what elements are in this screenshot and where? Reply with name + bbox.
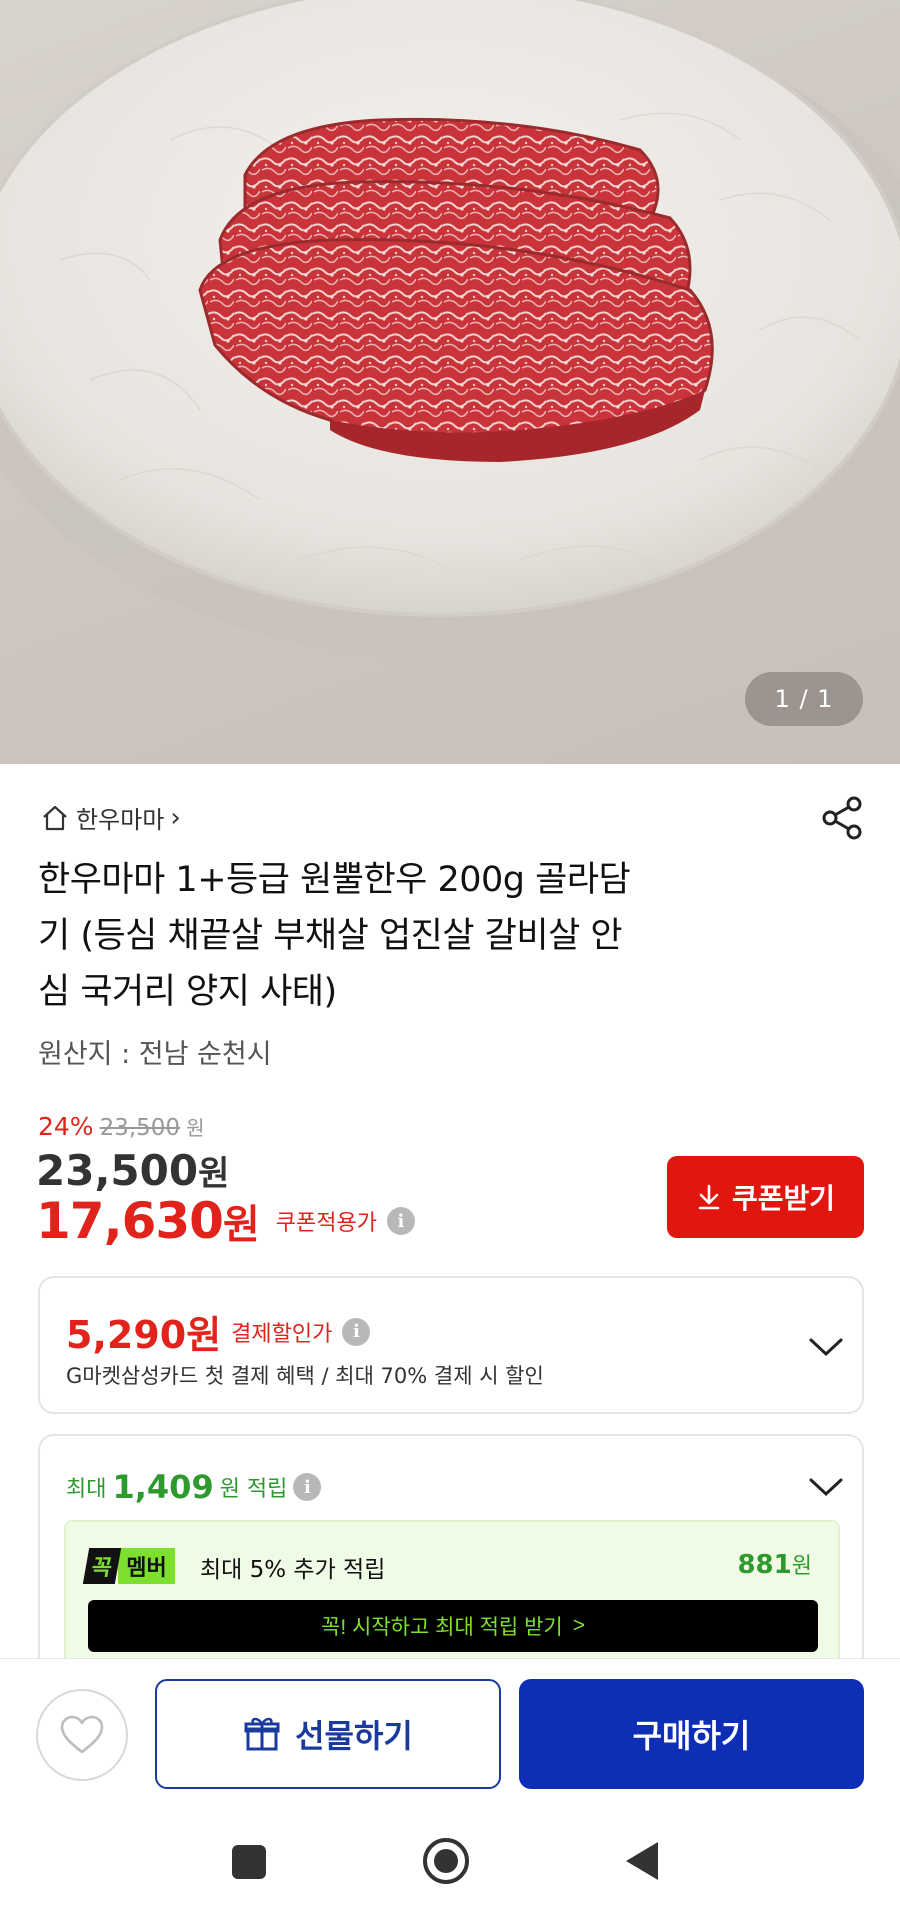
member-benefit-amount: 881원 <box>737 1548 812 1580</box>
member-badge-m: 멤버 <box>118 1548 175 1584</box>
payment-discount-card[interactable]: 5,290원 결제할인가 i G마켓삼성카드 첫 결제 혜택 / 최대 70% … <box>38 1276 864 1414</box>
download-arrow-icon <box>698 1184 720 1210</box>
payment-discount-description: G마켓삼성카드 첫 결제 혜택 / 최대 70% 결제 시 할인 <box>66 1364 544 1388</box>
chevron-down-icon[interactable] <box>808 1336 844 1358</box>
max-reward-prefix: 최대 <box>66 1477 107 1502</box>
product-title-line: 심 국거리 양지 사태) <box>38 972 337 1012</box>
gift-button[interactable]: 선물하기 <box>155 1679 501 1789</box>
info-icon[interactable]: i <box>386 1207 415 1235</box>
member-amount-value: 881 <box>737 1550 792 1580</box>
member-benefit-text: 최대 5% 추가 적립 <box>200 1557 386 1583</box>
seller-name: 한우마마 <box>76 806 165 834</box>
member-start-label: 꼭! 시작하고 최대 적립 받기 <box>321 1616 563 1639</box>
info-icon[interactable]: i <box>342 1317 371 1346</box>
sale-price: 23,500원 <box>36 1146 229 1195</box>
member-badge: 꼭 멤버 <box>82 1548 175 1584</box>
share-icon[interactable] <box>818 794 866 842</box>
original-price: 23,500 <box>99 1115 181 1141</box>
buy-button-label: 구매하기 <box>632 1718 751 1754</box>
chevron-down-icon[interactable] <box>808 1476 844 1498</box>
coupon-price: 17,630원 쿠폰적용가 i <box>36 1192 415 1250</box>
gift-icon <box>244 1717 280 1751</box>
max-reward: 최대 1,409 원 적립 i <box>66 1468 322 1506</box>
payment-discount-price: 5,290원 결제할인가 i <box>66 1304 371 1359</box>
product-title-line: 기 (등심 채끝살 부채살 업진살 갈비살 안 <box>38 916 623 956</box>
gift-button-label: 선물하기 <box>295 1718 413 1754</box>
original-price-unit: 원 <box>186 1116 205 1140</box>
chevron-right-icon: › <box>170 802 181 833</box>
max-reward-amount: 1,409 <box>112 1468 214 1506</box>
wishlist-button[interactable] <box>36 1689 128 1781</box>
product-image[interactable]: 1 / 1 <box>0 0 900 764</box>
discount-percent: 24% <box>38 1112 94 1141</box>
product-title-line: 한우마마 1+등급 원뿔한우 200g 골라담 <box>38 860 631 900</box>
member-start-button[interactable]: 꼭! 시작하고 최대 적립 받기 > <box>88 1600 818 1652</box>
member-amount-unit: 원 <box>791 1554 812 1579</box>
recent-apps-icon[interactable] <box>232 1845 266 1879</box>
buy-button[interactable]: 구매하기 <box>519 1679 864 1789</box>
seller-link[interactable]: 한우마마 › <box>40 800 181 835</box>
bottom-action-bar: 선물하기 구매하기 <box>0 1658 900 1800</box>
get-coupon-button[interactable]: 쿠폰받기 <box>667 1156 864 1238</box>
home-outline-icon <box>43 805 67 830</box>
back-icon[interactable] <box>626 1842 658 1880</box>
discount-row: 24% 23,500 원 <box>38 1112 204 1141</box>
coupon-price-value: 17,630 <box>36 1192 224 1250</box>
info-icon[interactable]: i <box>293 1473 322 1501</box>
image-counter: 1 / 1 <box>745 672 863 726</box>
chevron-right-icon: > <box>572 1614 585 1637</box>
sale-price-value: 23,500 <box>36 1146 199 1195</box>
coupon-price-unit: 원 <box>222 1202 260 1248</box>
heart-outline-icon <box>60 1715 104 1754</box>
payment-discount-label: 결제할인가 <box>231 1321 333 1347</box>
system-nav-bar <box>0 1800 900 1915</box>
product-title: 한우마마 1+등급 원뿔한우 200g 골라담 기 (등심 채끝살 부채살 업진… <box>38 852 778 1020</box>
home-button-icon[interactable] <box>423 1838 469 1884</box>
member-badge-k: 꼭 <box>82 1548 122 1584</box>
max-reward-suffix: 원 적립 <box>219 1477 288 1502</box>
coupon-price-label: 쿠폰적용가 <box>275 1211 377 1236</box>
get-coupon-label: 쿠폰받기 <box>731 1183 836 1214</box>
product-origin: 원산지 : 전남 순천시 <box>38 1039 272 1070</box>
payment-discount-value: 5,290원 <box>66 1313 222 1357</box>
sale-price-unit: 원 <box>198 1154 230 1194</box>
marbled-beef-photo <box>0 0 900 660</box>
